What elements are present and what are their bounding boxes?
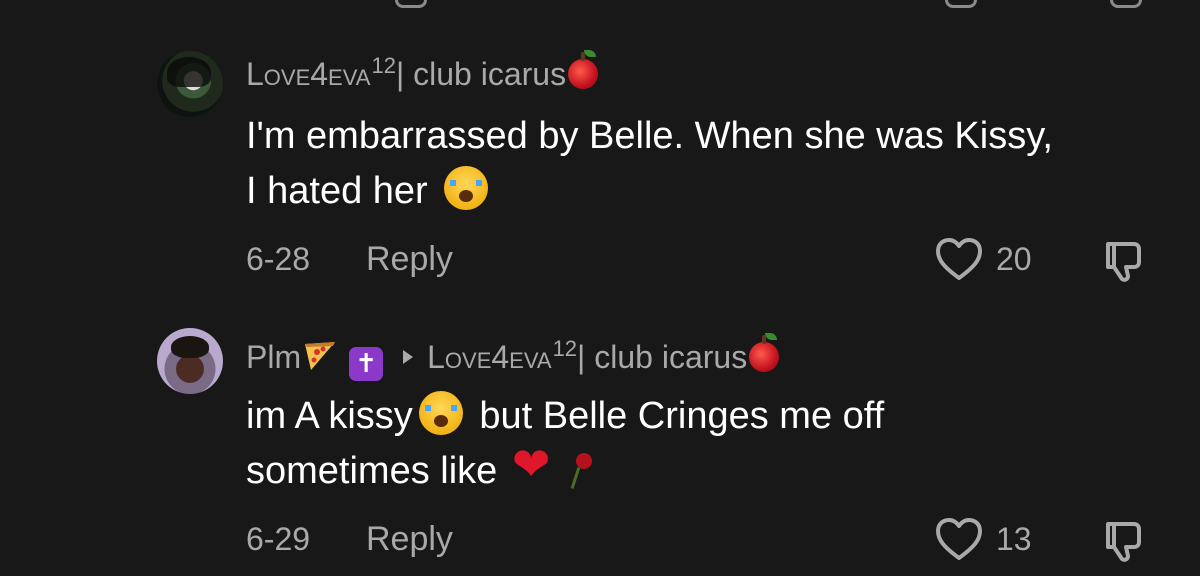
avatar[interactable] [157,51,223,117]
comment-text-line: sometimes like [246,437,1186,499]
loudly-crying-face-icon [418,391,463,435]
club-label: | club icarus [577,339,748,375]
like-heart-icon[interactable] [934,236,984,282]
apple-emoji-icon [749,333,780,372]
comment-text-fragment: sometimes like [246,450,508,492]
cutoff-icon [395,0,427,8]
dislike-icon[interactable] [1100,516,1148,564]
pizza-emoji-icon [305,342,336,370]
reply-to-username[interactable]: Love4eva [427,339,551,376]
comment-date: 6-29 [246,521,311,557]
avatar[interactable] [157,328,223,394]
like-heart-icon[interactable] [934,516,984,562]
broken-heart-icon [512,437,558,492]
wilted-rose-icon [564,447,594,491]
dislike-icon[interactable] [1100,236,1148,284]
reply-button[interactable]: Reply [366,520,453,559]
comment-text-line: im A kissy but Belle Cringes me off [246,389,1186,444]
comment-text-fragment: I hated her [246,170,428,212]
club-label: | club icarus [395,56,567,92]
comment-text-line: I'm embarrassed by Belle. When she was K… [246,115,1053,157]
cutoff-icon [945,0,977,8]
comment-header: Love4eva 12 | club icarus [246,50,599,93]
reply-to-superscript: 12 [552,336,578,361]
reply-button[interactable]: Reply [366,240,453,279]
username[interactable]: Love4eva [246,56,370,93]
like-count: 20 [996,241,1032,277]
latin-cross-emoji-icon: ✝ [349,347,384,381]
comment-header: Plm ✝ Love4eva 12 | club icarus [246,333,780,381]
previous-comment-actions-cutoff [0,0,1200,8]
comment-text: im A kissy but Belle Cringes me off some… [246,389,1186,499]
comment-text-fragment: im A kissy [246,395,413,437]
username[interactable]: Plm [246,339,301,376]
like-count: 13 [996,521,1032,557]
username-superscript: 12 [371,53,396,78]
comment-date: 6-28 [246,241,311,277]
apple-emoji-icon [568,50,599,89]
comment-text-fragment: but Belle Cringes me off [468,395,885,437]
comment-text-line: I hated her [246,164,1186,219]
comment-text: I'm embarrassed by Belle. When she was K… [246,109,1186,219]
reply-to-arrow-icon [403,350,414,364]
cutoff-icon [1110,0,1142,8]
loudly-crying-face-icon [444,166,489,210]
